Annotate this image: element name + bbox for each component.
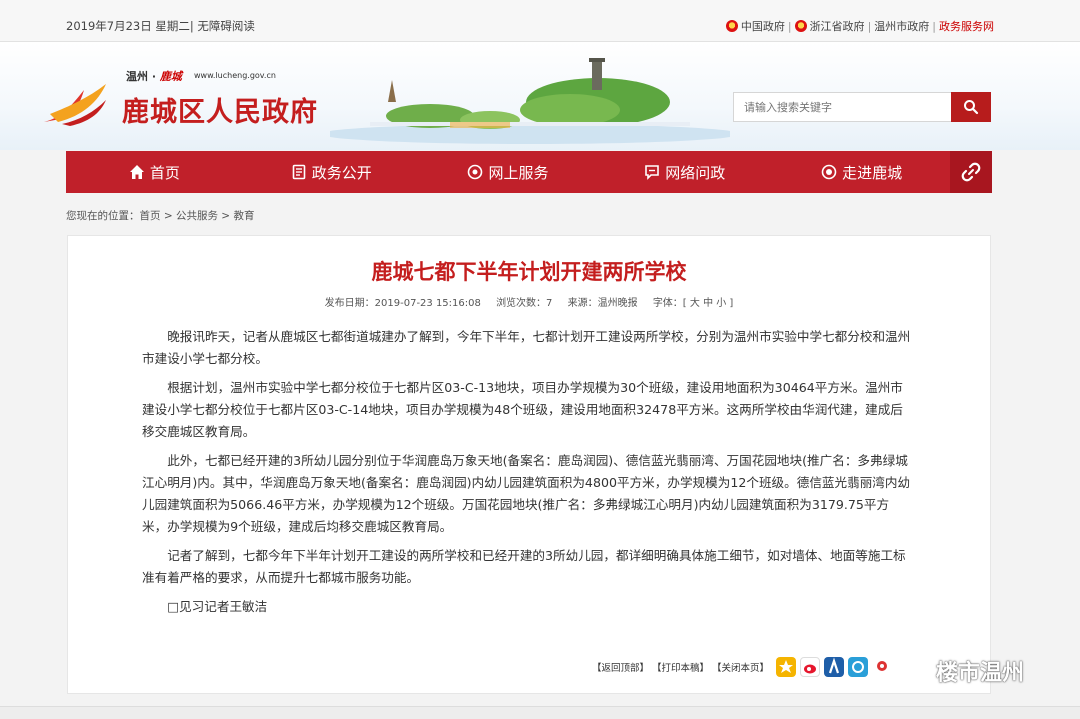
nav-item-gov-affairs[interactable]: 政务公开	[243, 151, 420, 193]
bottom-bar	[0, 706, 1080, 719]
island-landscape-illustration	[330, 58, 730, 144]
share-renren-icon[interactable]	[824, 657, 845, 677]
nav-item-online-service[interactable]: 网上服务	[420, 151, 597, 193]
search-icon	[964, 99, 979, 114]
site-title[interactable]: 鹿城区人民政府	[122, 90, 318, 129]
nav-item-visit-lucheng[interactable]: 走进鹿城	[773, 151, 950, 193]
close-page-link[interactable]: 【关闭本页】	[712, 660, 769, 674]
search-input[interactable]	[733, 92, 951, 122]
link-china-gov[interactable]: 中国政府	[741, 18, 785, 34]
eye-icon	[821, 164, 837, 180]
nav-link-button[interactable]	[949, 151, 992, 193]
date-text: 2019年7月23日 星期二| 无障碍阅读	[66, 19, 255, 33]
main-nav: 首页 政务公开 网上服务 网络问政 走进鹿城	[66, 151, 992, 193]
provincial-emblem-icon	[794, 20, 807, 32]
wechat-icon	[895, 657, 929, 684]
font-size-control[interactable]: 字体：[ 大 中 小 ]	[653, 298, 734, 309]
share-weibo-icon[interactable]	[800, 657, 821, 677]
home-icon	[129, 165, 144, 179]
nav-item-online-inquiry[interactable]: 网络问政	[596, 151, 773, 193]
search-button[interactable]	[951, 92, 991, 122]
top-links: 中国政府 | 浙江省政府 | 温州市政府 | 政务服务网	[725, 18, 994, 34]
paragraph: 晚报讯昨天，记者从鹿城区七都街道城建办了解到，今年下半年，七都计划开工建设两所学…	[142, 329, 911, 366]
article-source: 来源：温州晚报	[567, 298, 638, 309]
breadcrumb[interactable]: 您现在的位置：首页 > 公共服务 > 教育	[66, 208, 254, 223]
link-zhejiang-gov[interactable]: 浙江省政府	[810, 18, 865, 34]
link-icon	[961, 162, 981, 182]
chat-icon	[645, 165, 660, 180]
article-body: 晚报讯昨天，记者从鹿城区七都街道城建办了解到，今年下半年，七都计划开工建设两所学…	[142, 326, 914, 625]
national-emblem-icon	[725, 20, 738, 32]
article-tools: 【返回顶部】 【打印本稿】 【关闭本页】	[592, 657, 893, 677]
document-icon	[292, 164, 305, 180]
top-bar: 2019年7月23日 星期二| 无障碍阅读 中国政府 | 浙江省政府 | 温州市…	[0, 0, 1080, 42]
link-service-net[interactable]: 政务服务网	[939, 18, 994, 34]
share-qzone-icon[interactable]	[776, 657, 797, 677]
article-container: 鹿城七都下半年计划开建两所学校 发布日期：2019-07-23 15:16:08…	[67, 235, 991, 694]
watermark: 楼市温州	[894, 655, 1024, 687]
site-region: 温州 · 鹿城	[126, 70, 182, 83]
publish-date: 发布日期：2019-07-23 15:16:08	[324, 298, 481, 309]
site-url: www.lucheng.gov.cn	[194, 71, 276, 80]
article-signature: □见习记者王敏洁	[167, 599, 268, 614]
article-title: 鹿城七都下半年计划开建两所学校	[371, 260, 687, 284]
paragraph: 记者了解到，七都今年下半年计划开工建设的两所学校和已经开建的3所幼儿园，都详细明…	[142, 548, 906, 585]
share-more-icon[interactable]	[872, 657, 893, 677]
site-logo-icon[interactable]	[40, 78, 110, 128]
print-link[interactable]: 【打印本稿】	[652, 660, 709, 674]
nav-item-home[interactable]: 首页	[66, 151, 243, 193]
online-service-icon	[468, 164, 483, 180]
back-to-top-link[interactable]: 【返回顶部】	[592, 660, 649, 674]
share-qq-icon[interactable]	[848, 657, 869, 677]
view-count: 浏览次数：7	[496, 298, 553, 309]
article-meta: 发布日期：2019-07-23 15:16:08 浏览次数：7 来源：温州晚报 …	[68, 294, 990, 309]
search-box	[733, 92, 991, 122]
link-wenzhou-gov[interactable]: 温州市政府	[874, 18, 929, 34]
paragraph: 根据计划，温州市实验中学七都分校位于七都片区03-C-13地块，项目办学规模为3…	[142, 380, 903, 439]
paragraph: 此外，七都已经开建的3所幼儿园分别位于华润鹿岛万象天地(备案名：鹿岛润园)、德信…	[142, 453, 911, 534]
